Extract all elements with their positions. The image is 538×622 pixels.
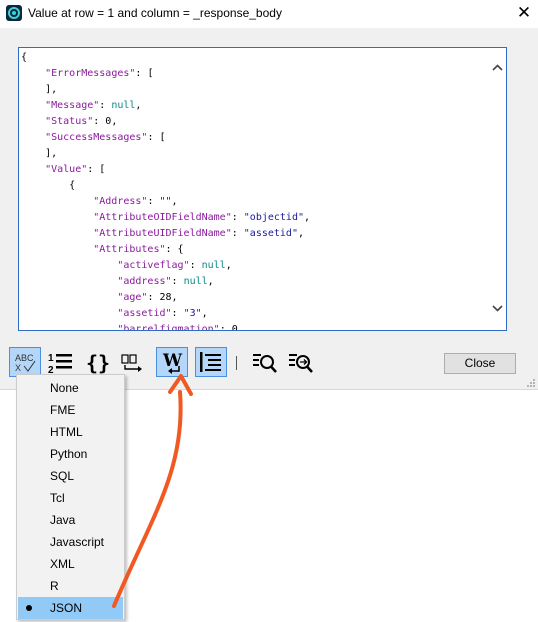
window-close-button[interactable]: ✕ — [512, 2, 536, 24]
close-button[interactable]: Close — [444, 353, 516, 374]
code-editor[interactable]: { "ErrorMessages": [ ], "Message": null,… — [18, 47, 507, 331]
scroll-thumb[interactable] — [490, 87, 506, 104]
vertical-scrollbar[interactable] — [489, 48, 506, 330]
wrap-columns-icon — [121, 354, 142, 372]
code-line: ], — [21, 148, 58, 159]
line-numbers-button[interactable]: 1 2 — [45, 347, 77, 377]
code-line: ], — [21, 84, 58, 95]
app-icon — [6, 5, 22, 21]
menu-item-javascript[interactable]: Javascript — [18, 531, 123, 553]
scroll-down-icon[interactable] — [489, 296, 506, 320]
code-line: "Value": [ — [45, 164, 106, 175]
code-line: "Message": null, — [45, 100, 142, 111]
format-json-button[interactable]: {} — [83, 347, 115, 377]
selected-bullet-icon — [26, 605, 32, 611]
code-content[interactable]: { "ErrorMessages": [ ], "Message": null,… — [19, 50, 471, 331]
code-line: "barrelfigmation": 0, — [117, 324, 244, 331]
braces-icon: {} — [86, 351, 110, 375]
menu-item-json[interactable]: JSON — [18, 597, 123, 619]
code-line: "Status": 0, — [45, 116, 118, 127]
svg-text:W: W — [162, 351, 183, 371]
find-icon — [253, 354, 277, 373]
code-line: "SuccessMessages": [ — [45, 132, 166, 143]
svg-text:X: X — [15, 363, 21, 373]
line-indent-button[interactable] — [195, 347, 227, 377]
spell-check-button[interactable]: ABC X — [9, 347, 41, 377]
code-line: "ErrorMessages": [ — [45, 68, 154, 79]
find-replace-button[interactable] — [286, 347, 318, 377]
menu-item-fme[interactable]: FME — [18, 399, 123, 421]
menu-item-java[interactable]: Java — [18, 509, 123, 531]
word-wrap-icon: W — [162, 351, 183, 374]
code-line: "AttributeUIDFieldName": "assetid", — [93, 228, 304, 239]
syntax-language-menu: None FME HTML Python SQL Tcl Java Javasc… — [16, 374, 125, 620]
code-line: "assetid": "3", — [117, 308, 208, 319]
find-replace-icon — [289, 354, 313, 373]
code-line: "Attributes": { — [93, 244, 184, 255]
title-bar: Value at row = 1 and column = _response_… — [0, 0, 538, 28]
code-line: "AttributeOIDFieldName": "objectid", — [93, 212, 311, 223]
code-line: "activeflag": null, — [117, 260, 232, 271]
numbered-lines-icon: 1 2 — [48, 353, 72, 376]
scroll-up-icon[interactable] — [489, 56, 506, 80]
svg-text:1: 1 — [48, 353, 54, 364]
toolbar-separator — [236, 356, 237, 370]
svg-text:ABC: ABC — [15, 353, 34, 363]
menu-item-tcl[interactable]: Tcl — [18, 487, 123, 509]
menu-item-none[interactable]: None — [18, 377, 123, 399]
window-title: Value at row = 1 and column = _response_… — [28, 6, 282, 20]
menu-item-xml[interactable]: XML — [18, 553, 123, 575]
menu-item-html[interactable]: HTML — [18, 421, 123, 443]
menu-item-sql[interactable]: SQL — [18, 465, 123, 487]
find-button[interactable] — [250, 347, 282, 377]
word-wrap-button[interactable]: W — [156, 347, 188, 377]
wrap-columns-button[interactable] — [118, 347, 150, 377]
svg-text:{}: {} — [86, 351, 110, 375]
code-line: "age": 28, — [117, 292, 178, 303]
resize-grip-icon[interactable] — [522, 378, 536, 388]
line-indent-icon — [200, 352, 221, 372]
code-line: { — [21, 52, 28, 63]
code-line: { — [21, 180, 76, 191]
code-line: "address": null, — [117, 276, 214, 287]
spell-check-icon: ABC X — [15, 353, 36, 373]
menu-item-python[interactable]: Python — [18, 443, 123, 465]
code-line: "Address": "", — [93, 196, 178, 207]
menu-item-r[interactable]: R — [18, 575, 123, 597]
